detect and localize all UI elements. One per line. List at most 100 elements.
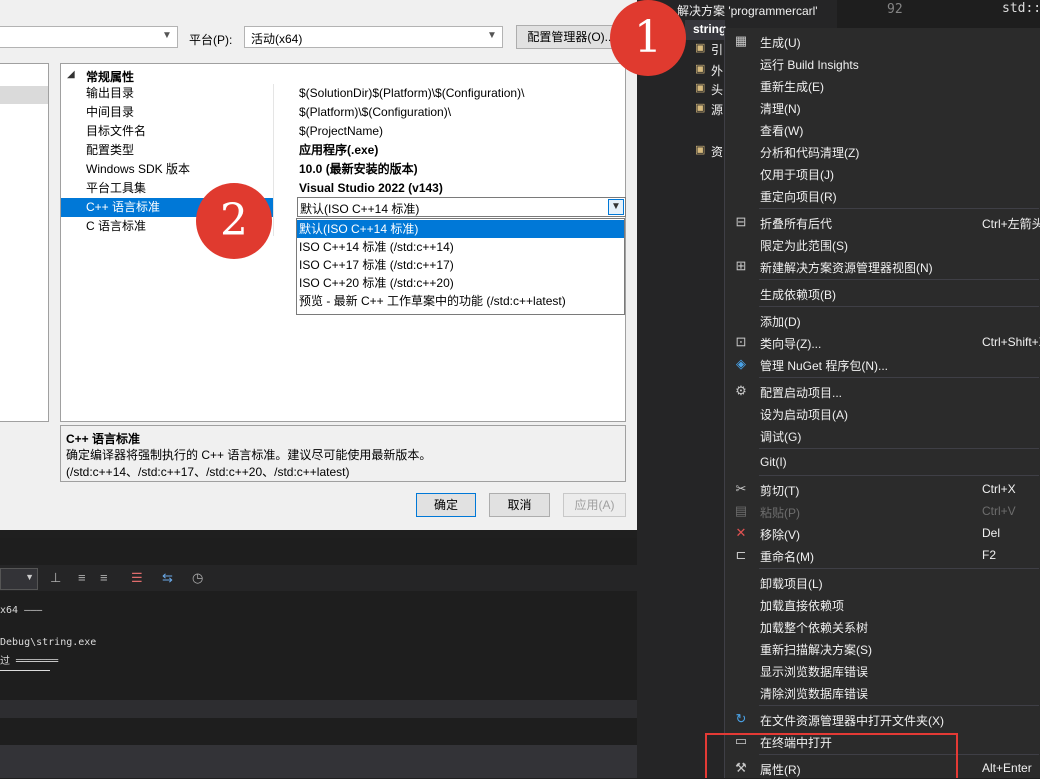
solution-tree-item[interactable]: ▣ 资 — [695, 142, 723, 160]
find-icon[interactable]: ⊥ — [50, 570, 61, 586]
menu-item[interactable]: 分析和代码清理(Z) — [725, 140, 1040, 162]
output-scrollbar[interactable] — [0, 700, 637, 718]
property-row[interactable]: Windows SDK 版本 10.0 (最新安装的版本) — [61, 160, 625, 179]
cpp-std-option[interactable]: ISO C++17 标准 (/std:c++17) — [297, 256, 624, 274]
menu-item-label: 重新生成(E) — [760, 80, 824, 94]
platform-combo[interactable]: 活动(x64) ▼ — [244, 26, 503, 48]
menu-item-shortcut: Del — [982, 526, 1001, 540]
menu-item[interactable]: ✂ 剪切(T) Ctrl+X — [725, 478, 1040, 500]
collapse-toggle-icon[interactable]: ◢ — [67, 69, 75, 80]
menu-item[interactable]: 重新生成(E) — [725, 74, 1040, 96]
menu-separator — [759, 208, 1039, 209]
project-name: string — [693, 22, 727, 36]
menu-item[interactable]: ⊡ 类向导(Z)... Ctrl+Shift+X — [725, 331, 1040, 353]
clear-all-icon[interactable]: ☰ — [131, 570, 143, 586]
menu-separator — [759, 306, 1039, 307]
menu-item-label: 折叠所有后代 — [760, 217, 833, 231]
build-icon: ▦ — [734, 33, 748, 48]
word-wrap-icon[interactable]: ⇆ — [162, 570, 173, 586]
chevron-down-icon: ▼ — [487, 30, 497, 41]
menu-item[interactable]: ↻ 在文件资源管理器中打开文件夹(X) — [725, 708, 1040, 730]
solution-tree-item[interactable]: ▣ 源 — [695, 100, 723, 118]
menu-item[interactable]: 运行 Build Insights — [725, 52, 1040, 74]
configuration-combo[interactable]: ▼ — [0, 26, 178, 48]
annotation-marker-2: 2 — [196, 183, 272, 259]
code-snippet[interactable]: std:: — [1002, 1, 1040, 16]
rename-icon: ⊏ — [735, 547, 747, 562]
menu-separator — [759, 568, 1039, 569]
menu-item[interactable]: ⊞ 新建解决方案资源管理器视图(N) — [725, 255, 1040, 277]
solution-item-label: 资 — [711, 145, 724, 159]
menu-item-shortcut: Ctrl+Shift+X — [982, 335, 1040, 349]
solution-tree-item[interactable]: ▣ 引 — [695, 40, 723, 58]
description-text: 确定编译器将强制执行的 C++ 语言标准。建议尽可能使用最新版本。(/std:c… — [66, 448, 432, 479]
menu-item[interactable]: Git(I) — [725, 451, 1040, 473]
cpp-std-option[interactable]: ISO C++20 标准 (/std:c++20) — [297, 274, 624, 292]
solution-tree-item[interactable]: ▣ 头 — [695, 80, 723, 98]
chevron-down-icon: ▼ — [162, 30, 172, 41]
property-value[interactable]: 10.0 (最新安装的版本) — [299, 160, 418, 179]
menu-item[interactable]: 加载整个依赖关系树 — [725, 615, 1040, 637]
menu-item[interactable]: 调试(G) — [725, 424, 1040, 446]
cpp-std-edit-combo[interactable]: 默认(ISO C++14 标准) ▼ — [297, 197, 626, 217]
output-line-2: Debug\string.exe — [0, 637, 97, 648]
config-tree[interactable] — [0, 63, 49, 422]
menu-item[interactable]: 加载直接依赖项 — [725, 593, 1040, 615]
menu-item-label: 剪切(T) — [760, 484, 800, 498]
menu-item[interactable]: ▦ 生成(U) — [725, 30, 1040, 52]
solution-tree-item[interactable]: ▣ 外 — [695, 61, 723, 79]
cpp-std-option[interactable]: 预览 - 最新 C++ 工作草案中的功能 (/std:c++latest) — [297, 292, 624, 310]
property-value[interactable]: $(ProjectName) — [299, 122, 383, 141]
project-row[interactable]: string — [685, 20, 727, 40]
menu-item[interactable]: 限定为此范围(S) — [725, 233, 1040, 255]
menu-item[interactable]: 清理(N) — [725, 96, 1040, 118]
property-value[interactable]: $(SolutionDir)$(Platform)\$(Configuratio… — [299, 84, 524, 103]
menu-item[interactable]: 生成依赖项(B) — [725, 282, 1040, 304]
menu-item[interactable]: 查看(W) — [725, 118, 1040, 140]
goto-next-icon[interactable]: ≡ — [100, 570, 108, 585]
cancel-button[interactable]: 取消 — [489, 493, 550, 517]
property-row[interactable]: 输出目录 $(SolutionDir)$(Platform)\$(Configur… — [61, 84, 625, 103]
menu-item[interactable]: ◈ 管理 NuGet 程序包(N)... — [725, 353, 1040, 375]
property-row[interactable]: 中间目录 $(Platform)\$(Configuration)\ — [61, 103, 625, 122]
tree-selected-item[interactable] — [0, 86, 48, 104]
menu-item-label: 重命名(M) — [760, 550, 814, 564]
menu-item-label: 调试(G) — [760, 430, 802, 444]
menu-item[interactable]: 重定向项目(R) — [725, 184, 1040, 206]
solution-title[interactable]: 解决方案 'programmercarl' — [677, 2, 818, 19]
property-value[interactable]: $(Platform)\$(Configuration)\ — [299, 103, 451, 122]
ok-button[interactable]: 确定 — [416, 493, 476, 517]
bottom-tab-strip — [0, 745, 637, 778]
menu-item[interactable]: ⊟ 折叠所有后代 Ctrl+左箭头 — [725, 211, 1040, 233]
solution-item-label: 外 — [711, 64, 724, 78]
menu-item[interactable]: ⚙ 配置启动项目... — [725, 380, 1040, 402]
category-general[interactable]: ◢ 常规属性 — [61, 66, 625, 84]
chevron-down-icon[interactable]: ▼ — [608, 199, 624, 215]
menu-item[interactable]: 设为启动项目(A) — [725, 402, 1040, 424]
property-row[interactable]: 目标文件名 $(ProjectName) — [61, 122, 625, 141]
menu-item[interactable]: 重新扫描解决方案(S) — [725, 637, 1040, 659]
folder-icon: ▣ — [695, 82, 706, 94]
menu-item[interactable]: ▤ 粘贴(P) Ctrl+V — [725, 500, 1040, 522]
paste-icon: ▤ — [734, 503, 748, 518]
menu-item[interactable]: ✕ 移除(V) Del — [725, 522, 1040, 544]
menu-item[interactable]: 添加(D) — [725, 309, 1040, 331]
property-value[interactable]: Visual Studio 2022 (v143) — [299, 179, 443, 198]
property-row[interactable]: 平台工具集 Visual Studio 2022 (v143) — [61, 179, 625, 198]
goto-prev-icon[interactable]: ≡ — [78, 570, 86, 585]
menu-item[interactable]: 清除浏览数据库错误 — [725, 681, 1040, 703]
menu-item[interactable]: 仅用于项目(J) — [725, 162, 1040, 184]
cpp-std-option[interactable]: ISO C++14 标准 (/std:c++14) — [297, 238, 624, 256]
property-row[interactable]: 配置类型 应用程序(.exe) — [61, 141, 625, 160]
clock-icon[interactable]: ◷ — [192, 570, 203, 586]
property-value[interactable]: 应用程序(.exe) — [299, 141, 378, 160]
output-source-combo[interactable]: ▼ — [0, 568, 38, 590]
menu-item-label: Git(I) — [760, 455, 787, 469]
apply-button[interactable]: 应用(A) — [563, 493, 626, 517]
menu-item-label: 配置启动项目... — [760, 386, 843, 400]
cpp-std-option[interactable]: 默认(ISO C++14 标准) — [297, 220, 624, 238]
menu-item[interactable]: 显示浏览数据库错误 — [725, 659, 1040, 681]
menu-item[interactable]: 卸载项目(L) — [725, 571, 1040, 593]
menu-item[interactable]: ⊏ 重命名(M) F2 — [725, 544, 1040, 566]
menu-item-shortcut: F2 — [982, 548, 997, 562]
